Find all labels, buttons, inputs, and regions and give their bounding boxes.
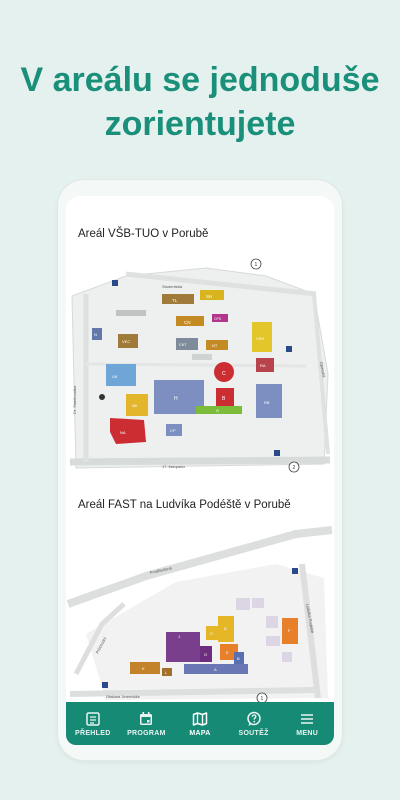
street-label: 17. listopadu [162, 464, 185, 469]
svg-text:2: 2 [293, 465, 296, 471]
svg-text:C: C [222, 371, 226, 377]
headline-line1: V areálu se jednoduše [20, 61, 380, 99]
nav-label: PROGRAM [127, 729, 166, 737]
svg-text:SH: SH [206, 294, 212, 299]
street-label: Dr. Slabihoudka [72, 385, 77, 414]
svg-text:RB: RB [264, 400, 270, 405]
svg-text:C: C [210, 631, 213, 636]
svg-text:A: A [216, 408, 219, 413]
map-icon [192, 711, 208, 726]
nav-item-map[interactable]: MAPA [173, 702, 227, 745]
building-k [130, 662, 160, 674]
svg-text:RA: RA [260, 363, 266, 368]
svg-text:E: E [226, 650, 229, 655]
svg-text:NA: NA [120, 430, 126, 435]
nav-label: MAPA [189, 729, 211, 737]
campus-map-vsb[interactable]: Studentská Dr. Slabihoudka Opavská 17. l… [66, 254, 334, 489]
svg-text:B: B [237, 656, 240, 661]
campus-map-fast[interactable]: Prodloužená Ludvíka Podéště Průchodní Ot… [66, 524, 334, 711]
svg-text:UK: UK [112, 374, 118, 379]
headline-line2: zorientujete [104, 105, 296, 143]
svg-text:VSH: VSH [256, 336, 264, 341]
nav-label: SOUTĚŽ [238, 729, 269, 737]
building-tl [162, 294, 194, 304]
svg-text:K: K [142, 666, 145, 671]
calendar-icon [140, 711, 153, 725]
svg-text:CPS: CPS [214, 317, 222, 321]
svg-text:CP: CP [170, 428, 176, 433]
svg-text:J: J [178, 634, 180, 639]
svg-text:VEC: VEC [122, 339, 130, 344]
overview-icon [86, 711, 100, 726]
nav-item-program[interactable]: PROGRAM [120, 702, 174, 745]
street-label: Otakara Jeremiáše [106, 694, 141, 699]
building-uk [106, 364, 136, 386]
svg-text:CN: CN [184, 320, 191, 325]
map-title-fast: Areál FAST na Ludvíka Podéště v Porubě [78, 499, 291, 511]
svg-text:NK: NK [132, 403, 138, 408]
svg-text:CKT: CKT [179, 342, 188, 347]
quiz-icon [246, 711, 261, 726]
nav-item-overview[interactable]: PŘEHLED [66, 702, 120, 745]
app-screen: Areál VŠB-TUO v Porubě Studentská Dr. Sl… [66, 196, 334, 745]
nav-label: PŘEHLED [75, 729, 111, 737]
menu-icon [301, 713, 314, 724]
svg-text:NT: NT [212, 343, 218, 348]
building-na [110, 418, 146, 444]
headline: V areálu se jednoduše zorientujete [0, 58, 400, 146]
nav-label: MENU [296, 729, 319, 737]
svg-text:TL: TL [172, 298, 178, 303]
nav-item-quiz[interactable]: SOUTĚŽ [227, 702, 281, 745]
map-title-vsb: Areál VŠB-TUO v Porubě [78, 228, 209, 240]
svg-text:D: D [224, 626, 227, 631]
svg-text:N: N [94, 332, 97, 337]
svg-text:H: H [174, 396, 178, 402]
svg-text:1: 1 [255, 262, 258, 268]
svg-text:G: G [204, 652, 207, 657]
building-j [166, 632, 200, 662]
street-label: Studentská [162, 284, 183, 289]
nav-item-menu[interactable]: MENU [280, 702, 334, 745]
svg-text:A: A [214, 667, 217, 672]
bottom-nav: PŘEHLED PROGRAM MAPA SOUTĚŽ MENU [66, 702, 334, 745]
